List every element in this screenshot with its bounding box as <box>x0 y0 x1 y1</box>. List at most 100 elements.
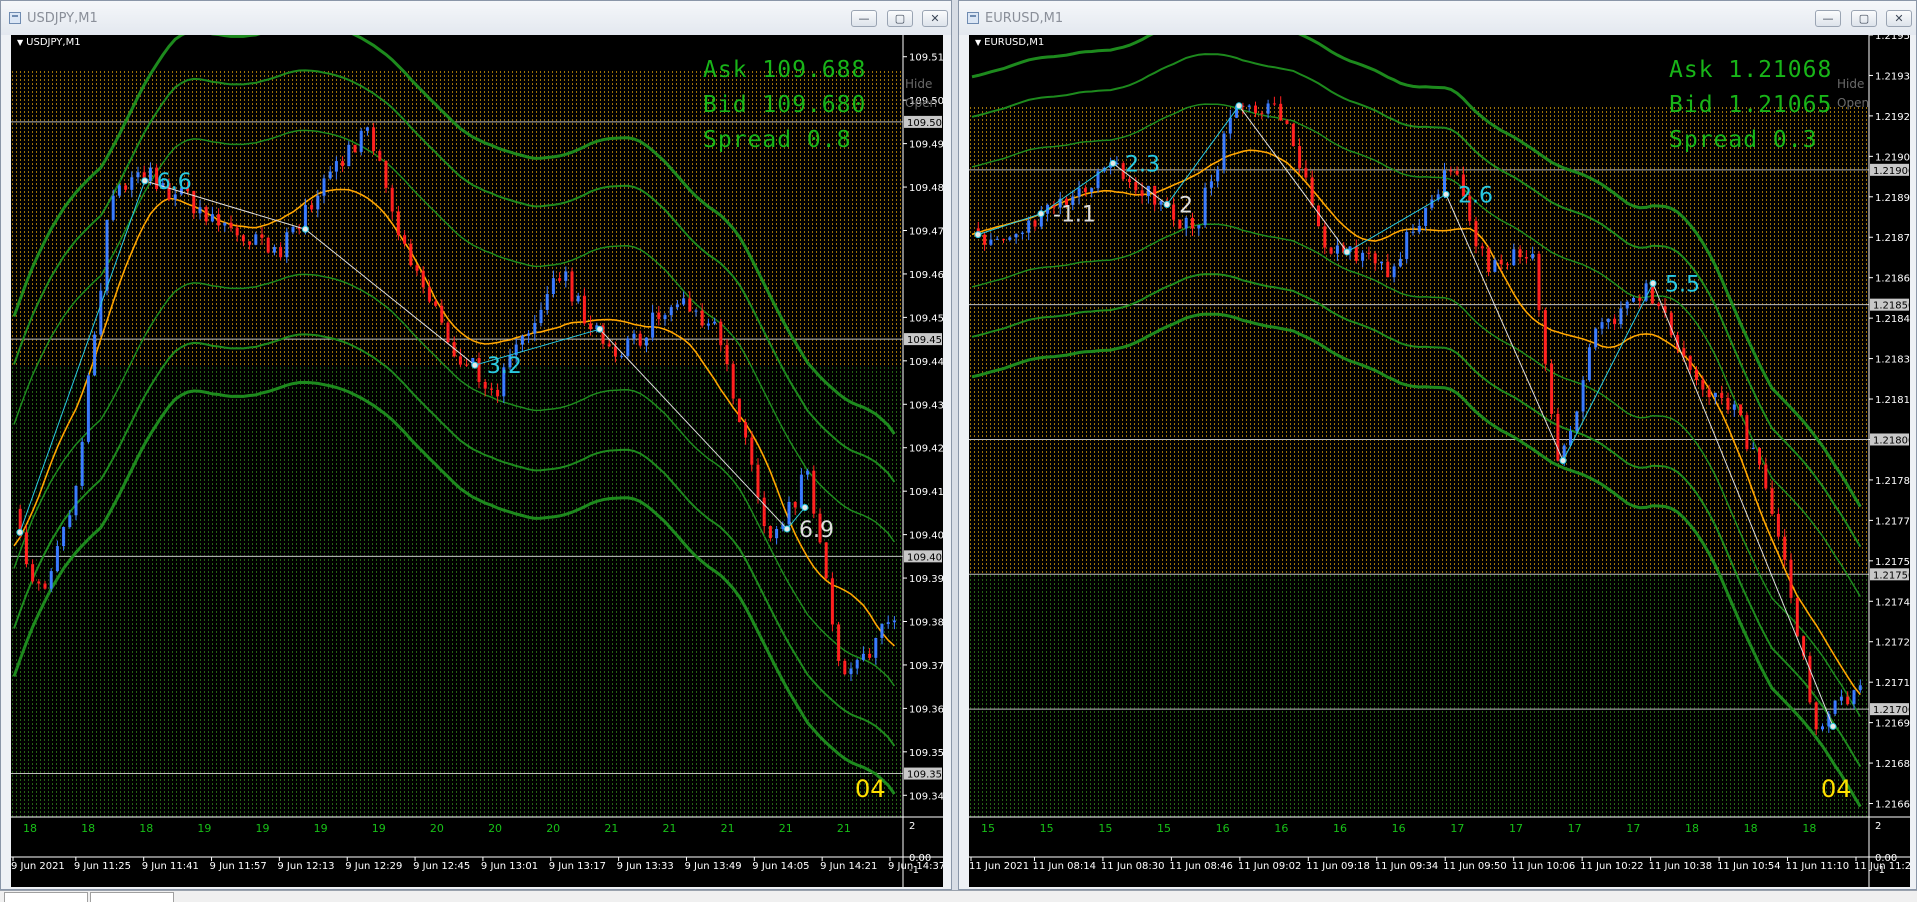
candle-body <box>1020 232 1024 234</box>
candle-body <box>1852 690 1856 705</box>
candle-body <box>756 464 760 498</box>
zigzag-label: 3.2 <box>487 354 522 379</box>
candle-body <box>620 356 624 358</box>
price-tick-label: 1.21950 <box>1875 35 1910 42</box>
candle-body <box>210 214 214 222</box>
candle-body <box>989 239 993 245</box>
time-tick-label: 11 Jun 09:18 <box>1306 861 1370 872</box>
window-title: USDJPY,M1 <box>27 11 98 26</box>
candle-body <box>285 232 289 258</box>
candle-body <box>1417 225 1421 232</box>
candle-body <box>812 470 816 514</box>
chart-window-eurusd[interactable]: EURUSD,M1 — ▢ ✕ -1.1 2.3 2 2.6 5.5 04 1.21950 1… <box>958 0 1917 890</box>
close-button[interactable]: ✕ <box>1886 10 1912 27</box>
candle-body <box>359 130 363 152</box>
candle-body <box>1764 464 1768 489</box>
title-bar[interactable]: EURUSD,M1 — ▢ ✕ <box>959 1 1916 35</box>
candle-body <box>99 290 103 335</box>
candle-body <box>173 194 177 200</box>
time-tick-label: 9 Jun 14:05 <box>752 861 809 872</box>
candle-body <box>384 160 388 188</box>
candle-body <box>880 624 884 639</box>
candle-body <box>527 333 531 336</box>
price-chart[interactable]: -1.1 2.3 2 2.6 5.5 04 1.21950 1.21935 1.21920 1.2… <box>969 35 1910 887</box>
candle-body <box>793 501 797 508</box>
candle-body <box>266 237 270 253</box>
candle-body <box>1405 231 1409 259</box>
candle-body <box>744 422 748 438</box>
candle-body <box>713 321 717 324</box>
candle-body <box>1178 219 1182 229</box>
candle-body <box>279 247 283 258</box>
candle-body <box>347 144 351 167</box>
candle-body <box>576 295 580 302</box>
candle-body <box>365 127 369 131</box>
candle-body <box>1858 685 1862 691</box>
hide-button[interactable]: Hide <box>1837 77 1864 91</box>
minimize-button[interactable]: — <box>1815 10 1841 27</box>
maximize-button[interactable]: ▢ <box>1851 10 1877 27</box>
indicator-value-label: 19 <box>197 822 211 835</box>
candle-body <box>1524 257 1528 259</box>
candle-body <box>892 620 896 623</box>
price-tick-label: 109.445 <box>909 357 943 368</box>
candle-body <box>1392 266 1396 278</box>
candle-body <box>799 474 803 508</box>
close-button[interactable]: ✕ <box>922 10 948 27</box>
candle-body <box>1732 404 1736 410</box>
symbol-menu[interactable]: ▼ EURUSD,M1 <box>975 37 1044 48</box>
price-chart[interactable]: 6.63.26.904109.515109.505109.495109.4851… <box>11 35 943 887</box>
candle-body <box>1739 404 1743 416</box>
candle-body <box>1493 260 1497 272</box>
indicator-value-label: 18 <box>1685 822 1699 835</box>
candle-body <box>409 243 413 266</box>
time-tick-label: 11 Jun 08:30 <box>1101 861 1165 872</box>
candle-body <box>1613 318 1617 325</box>
candle-body <box>235 227 239 236</box>
maximize-button[interactable]: ▢ <box>887 10 913 27</box>
chart-window-usdjpy[interactable]: USDJPY,M1 — ▢ ✕ 6.6 3.2 6.9 04 109.515 109.50… <box>0 0 952 890</box>
open-button[interactable]: Open <box>1837 96 1869 110</box>
candle-body <box>750 437 754 465</box>
price-tick-label: 1.21935 <box>1875 71 1910 82</box>
candle-body <box>983 234 987 245</box>
time-tick-label: 11 Jun 2021 <box>969 861 1029 872</box>
indicator-value-label: 21 <box>662 822 676 835</box>
price-level-label: 1.21900 <box>1873 166 1910 177</box>
chart-canvas[interactable]: 6.63.26.904109.515109.505109.495109.4851… <box>11 35 943 887</box>
candle-body <box>1543 310 1547 364</box>
indicator-value-label: 20 <box>488 822 502 835</box>
price-tick-label: 109.485 <box>909 183 943 194</box>
hide-button[interactable]: Hide <box>905 77 932 91</box>
indicator-value-label: 16 <box>1333 822 1347 835</box>
price-tick-label: 1.21860 <box>1875 274 1910 285</box>
price-tick-label: 109.475 <box>909 227 943 238</box>
indicator-value-label: 21 <box>604 822 618 835</box>
open-button[interactable]: Open <box>905 96 937 110</box>
candle-body <box>68 515 72 528</box>
candle-body <box>1474 221 1478 247</box>
candle-body <box>1285 120 1289 124</box>
candle-body <box>93 334 97 376</box>
price-tick-label: 109.435 <box>909 400 943 411</box>
candle-body <box>334 161 338 172</box>
candle-body <box>1657 303 1661 307</box>
minimize-button[interactable]: — <box>851 10 877 27</box>
zigzag-label: 2 <box>1179 194 1193 219</box>
candle-body <box>669 307 673 316</box>
candle-body <box>291 226 295 233</box>
candle-body <box>843 660 847 675</box>
candle-body <box>434 301 438 306</box>
chart-canvas[interactable]: -1.1 2.3 2 2.6 5.5 04 1.21950 1.21935 1.21920 1.2… <box>969 35 1910 887</box>
candle-body <box>260 234 264 238</box>
symbol-menu[interactable]: ▼ USDJPY,M1 <box>17 37 81 48</box>
zigzag-point <box>1649 279 1657 287</box>
candle-body <box>1323 226 1327 248</box>
price-level-label: 1.21700 <box>1873 705 1910 716</box>
candle-body <box>1619 308 1623 325</box>
title-bar[interactable]: USDJPY,M1 — ▢ ✕ <box>1 1 951 35</box>
candle-body <box>564 271 568 281</box>
indicator-value-label: 21 <box>779 822 793 835</box>
candle-body <box>663 315 667 320</box>
price-level-label: 109.450 <box>907 335 943 346</box>
